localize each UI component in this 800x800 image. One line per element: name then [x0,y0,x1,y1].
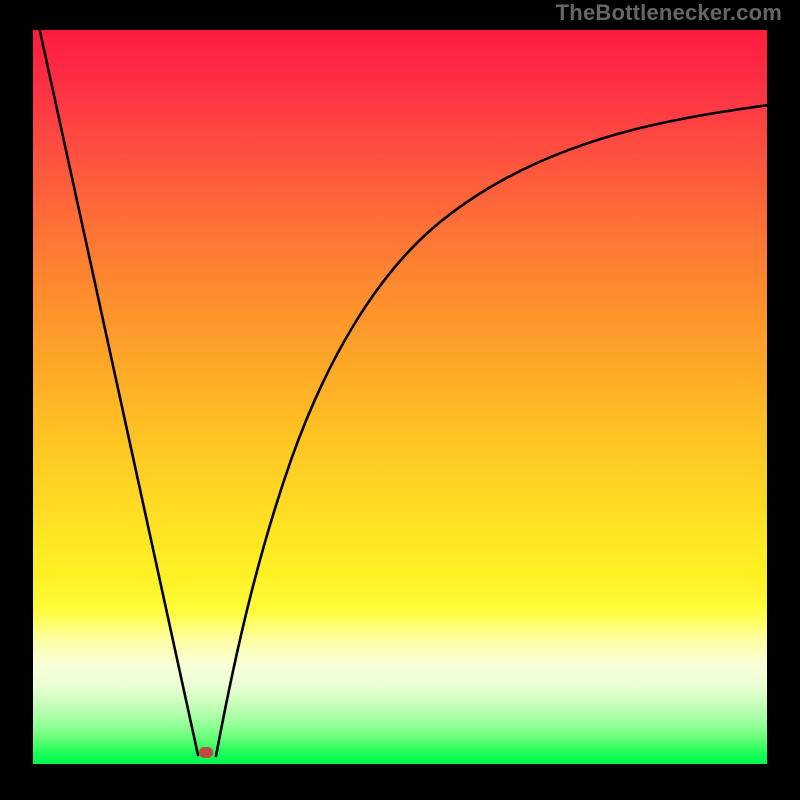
current-config-marker [199,747,213,758]
bottleneck-curve [33,30,767,764]
chart-gradient-plot-area [33,30,767,764]
watermark-text: TheBottlenecker.com [556,0,782,26]
